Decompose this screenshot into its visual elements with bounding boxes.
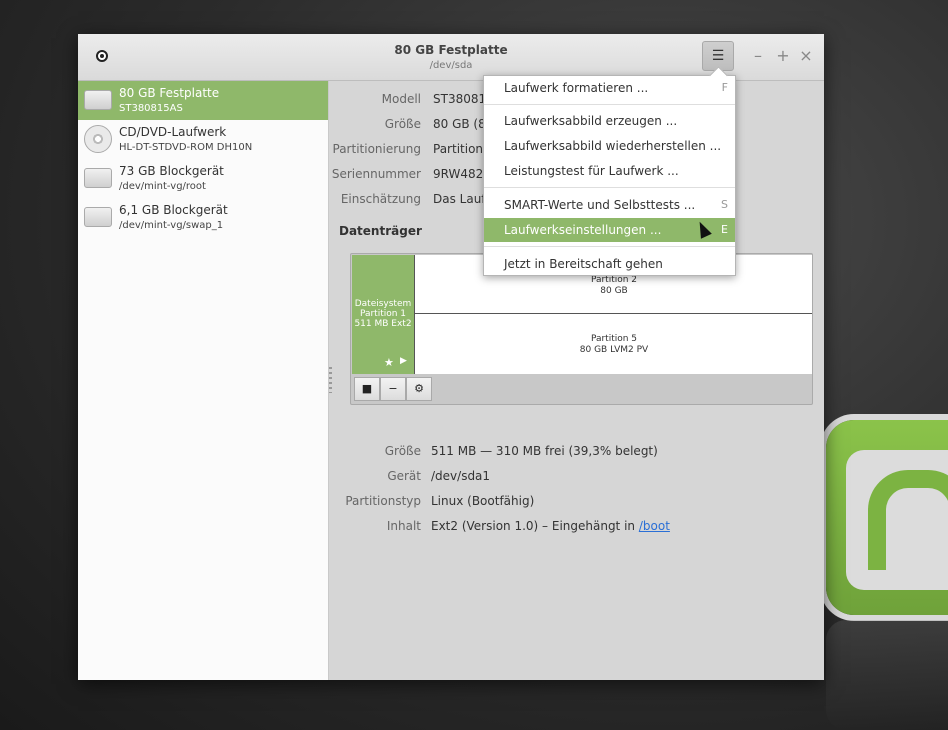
menu-separator (484, 104, 735, 105)
menu-item-shortcut: E (721, 223, 728, 236)
partition-size-label: Größe (384, 444, 421, 458)
partition-2-size: 80 GB (600, 286, 628, 296)
assessment-value: Das Lauf (433, 192, 486, 206)
partitioning-label: Partitionierung (332, 142, 422, 156)
menu-separator (484, 187, 735, 188)
menu-item-shortcut: S (721, 198, 728, 211)
drive-name: CD/DVD-Laufwerk (119, 125, 227, 139)
optical-disc-icon (84, 125, 112, 153)
contents-value: Ext2 (Version 1.0) – Eingehängt in /boot (431, 519, 670, 533)
drive-detail: /dev/mint-vg/swap_1 (119, 220, 224, 231)
drive-detail: HL-DT-STDVD-ROM DH10N (119, 142, 253, 153)
mount-point-link[interactable]: /boot (639, 519, 670, 533)
contents-label: Inhalt (386, 519, 421, 533)
menu-item-label: SMART-Werte und Selbsttests ... (504, 198, 696, 212)
drive-item-80gb[interactable]: 80 GB Festplatte ST380815AS (78, 81, 328, 120)
close-button[interactable]: × (798, 46, 814, 66)
hard-disk-icon (84, 90, 112, 110)
drive-detail: /dev/mint-vg/root (119, 181, 206, 192)
partition-1-name: Partition 1 (359, 309, 407, 319)
menu-item-shortcut: F (721, 81, 728, 94)
block-device-icon (84, 207, 112, 227)
menu-item-standby[interactable]: Jetzt in Bereitschaft gehen (484, 252, 735, 276)
drive-name: 80 GB Festplatte (119, 86, 220, 100)
mint-logo-mark (868, 470, 948, 570)
menu-item-label: Laufwerksabbild wiederherstellen ... (504, 139, 722, 153)
drive-sidebar: 80 GB Festplatte ST380815AS CD/DVD-Laufw… (78, 81, 329, 680)
menu-item-label: Jetzt in Bereitschaft gehen (504, 257, 663, 271)
maximize-button[interactable]: + (775, 46, 791, 66)
partition-size-value: 511 MB — 310 MB frei (39,3% belegt) (431, 444, 658, 458)
minimize-button[interactable]: – (750, 46, 766, 66)
mint-logo-reflection (826, 620, 948, 730)
drive-item-root[interactable]: 73 GB Blockgerät /dev/mint-vg/root (78, 159, 328, 198)
serial-label: Seriennummer (331, 167, 421, 181)
block-device-icon (84, 168, 112, 188)
volume-toolbar: ■ − ⚙ (352, 375, 813, 404)
partition-type-label: Partitionstyp (345, 494, 421, 508)
model-value: ST38081 (433, 92, 487, 106)
menu-item-create-image[interactable]: Laufwerksabbild erzeugen ... (484, 109, 735, 133)
partition-1-type: Dateisystem (354, 299, 412, 309)
size-label: Größe (384, 117, 421, 131)
menu-item-smart[interactable]: SMART-Werte und Selbsttests ... S (484, 193, 735, 217)
star-icon: ★ (384, 356, 394, 369)
partition-5-size: 80 GB LVM2 PV (579, 345, 649, 355)
drive-name: 6,1 GB Blockgerät (119, 203, 228, 217)
partition-1-block[interactable]: Dateisystem Partition 1 511 MB Ext2 ★ ▶ (352, 255, 414, 374)
device-label: Gerät (387, 469, 421, 483)
mounted-play-icon: ▶ (400, 356, 407, 366)
menu-item-format[interactable]: Laufwerk formatieren ... F (484, 76, 735, 100)
partitioning-value: Partitions (433, 142, 490, 156)
mint-logo (826, 420, 948, 615)
size-value: 80 GB (8 (433, 117, 486, 131)
menu-item-benchmark[interactable]: Leistungstest für Laufwerk ... (484, 159, 735, 183)
menu-item-label: Laufwerk formatieren ... (504, 81, 649, 95)
partition-5-block[interactable]: Partition 5 80 GB LVM2 PV (414, 314, 812, 374)
partition-type-value: Linux (Bootfähig) (431, 494, 535, 508)
contents-text: Ext2 (Version 1.0) – Eingehängt in (431, 519, 639, 533)
drive-name: 73 GB Blockgerät (119, 164, 224, 178)
delete-partition-button[interactable]: − (380, 377, 406, 401)
partition-options-button[interactable]: ⚙ (406, 377, 432, 401)
device-value: /dev/sda1 (431, 469, 491, 483)
drive-item-cdrom[interactable]: CD/DVD-Laufwerk HL-DT-STDVD-ROM DH10N (78, 120, 328, 159)
assessment-label: Einschätzung (340, 192, 421, 206)
volumes-heading: Datenträger (339, 224, 422, 238)
partition-1-size: 511 MB Ext2 (354, 319, 412, 329)
unmount-button[interactable]: ■ (354, 377, 380, 401)
drive-detail: ST380815AS (119, 103, 183, 114)
menu-item-restore-image[interactable]: Laufwerksabbild wiederherstellen ... (484, 134, 735, 158)
mint-logo-inner (846, 450, 948, 590)
menu-item-label: Laufwerksabbild erzeugen ... (504, 114, 678, 128)
partition-2-name: Partition 2 (590, 275, 638, 285)
partition-5-name: Partition 5 (590, 334, 638, 344)
model-label: Modell (381, 92, 421, 106)
drive-menu-popover: Laufwerk formatieren ... F Laufwerksabbi… (483, 75, 736, 276)
menu-item-label: Laufwerkseinstellungen ... (504, 223, 662, 237)
menu-item-label: Leistungstest für Laufwerk ... (504, 164, 679, 178)
menu-separator (484, 246, 735, 247)
drive-item-swap[interactable]: 6,1 GB Blockgerät /dev/mint-vg/swap_1 (78, 198, 328, 237)
